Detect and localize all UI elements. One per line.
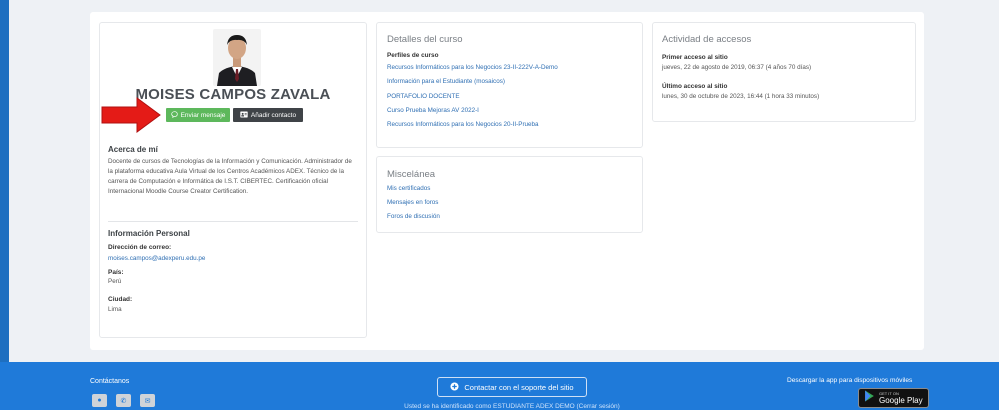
about-text: Docente de cursos de Tecnologías de la I… — [108, 158, 352, 195]
divider — [108, 221, 358, 222]
misc-panel — [376, 156, 643, 233]
avatar — [213, 29, 261, 86]
send-message-label: Enviar mensaje — [180, 111, 226, 119]
misc-heading: Miscelánea — [387, 169, 436, 180]
course-link[interactable]: PORTAFOLIO DOCENTE — [387, 93, 460, 100]
about-heading: Acerca de mí — [108, 145, 158, 154]
personal-info-heading: Información Personal — [108, 229, 190, 238]
mail-icon[interactable]: ✉ — [140, 394, 155, 407]
forum-discussions-link[interactable]: Foros de discusión — [387, 213, 440, 220]
red-arrow-annotation — [101, 97, 161, 133]
city-label: Ciudad: — [108, 296, 133, 303]
first-access-label: Primer acceso al sitio — [662, 54, 728, 61]
web-icon[interactable]: ● — [92, 394, 107, 407]
chat-icon — [170, 110, 178, 120]
left-rail — [0, 0, 9, 410]
email-label: Dirección de correo: — [108, 244, 172, 251]
support-button[interactable]: Contactar con el soporte del sitio — [437, 377, 587, 397]
course-link[interactable]: Curso Prueba Mejoras AV 2022-I — [387, 107, 479, 114]
course-profiles-label: Perfiles de curso — [387, 52, 439, 59]
play-store-icon — [864, 389, 875, 407]
add-contact-label: Añadir contacto — [250, 111, 297, 119]
first-access-value: jueves, 22 de agosto de 2019, 06:37 (4 a… — [662, 64, 812, 71]
app-download-text: Descargar la app para dispositivos móvil… — [787, 377, 913, 384]
certificates-link[interactable]: Mis certificados — [387, 185, 430, 192]
course-link[interactable]: Recursos Informáticos para los Negocios … — [387, 121, 539, 128]
country-label: País: — [108, 269, 124, 276]
city-value: Lima — [108, 306, 122, 313]
phone-icon[interactable]: ✆ — [116, 394, 131, 407]
gplay-big-text: Google Play — [879, 396, 923, 405]
forum-posts-link[interactable]: Mensajes en foros — [387, 199, 438, 206]
send-message-button[interactable]: Enviar mensaje — [166, 108, 230, 122]
plus-circle-icon — [450, 381, 459, 393]
last-access-label: Último acceso al sitio — [662, 83, 728, 90]
access-heading: Actividad de accesos — [662, 34, 752, 45]
add-contact-button[interactable]: Añadir contacto — [233, 108, 303, 122]
footer-contact-title: Contáctanos — [90, 378, 130, 385]
google-play-badge[interactable]: GET IT ON Google Play — [858, 388, 929, 408]
last-access-value: lunes, 30 de octubre de 2023, 16:44 (1 h… — [662, 93, 820, 100]
course-details-heading: Detalles del curso — [387, 34, 463, 45]
country-value: Perú — [108, 278, 122, 285]
course-link[interactable]: Recursos Informáticos para los Negocios … — [387, 64, 558, 71]
contact-card-icon — [240, 111, 248, 120]
logged-in-text[interactable]: Usted se ha identificado como ESTUDIANTE… — [387, 403, 637, 410]
course-link[interactable]: Información para el Estudiante (mosaicos… — [387, 78, 505, 85]
support-button-label: Contactar con el soporte del sitio — [464, 382, 574, 392]
email-link[interactable]: moises.campos@adexperu.edu.pe — [108, 255, 205, 262]
